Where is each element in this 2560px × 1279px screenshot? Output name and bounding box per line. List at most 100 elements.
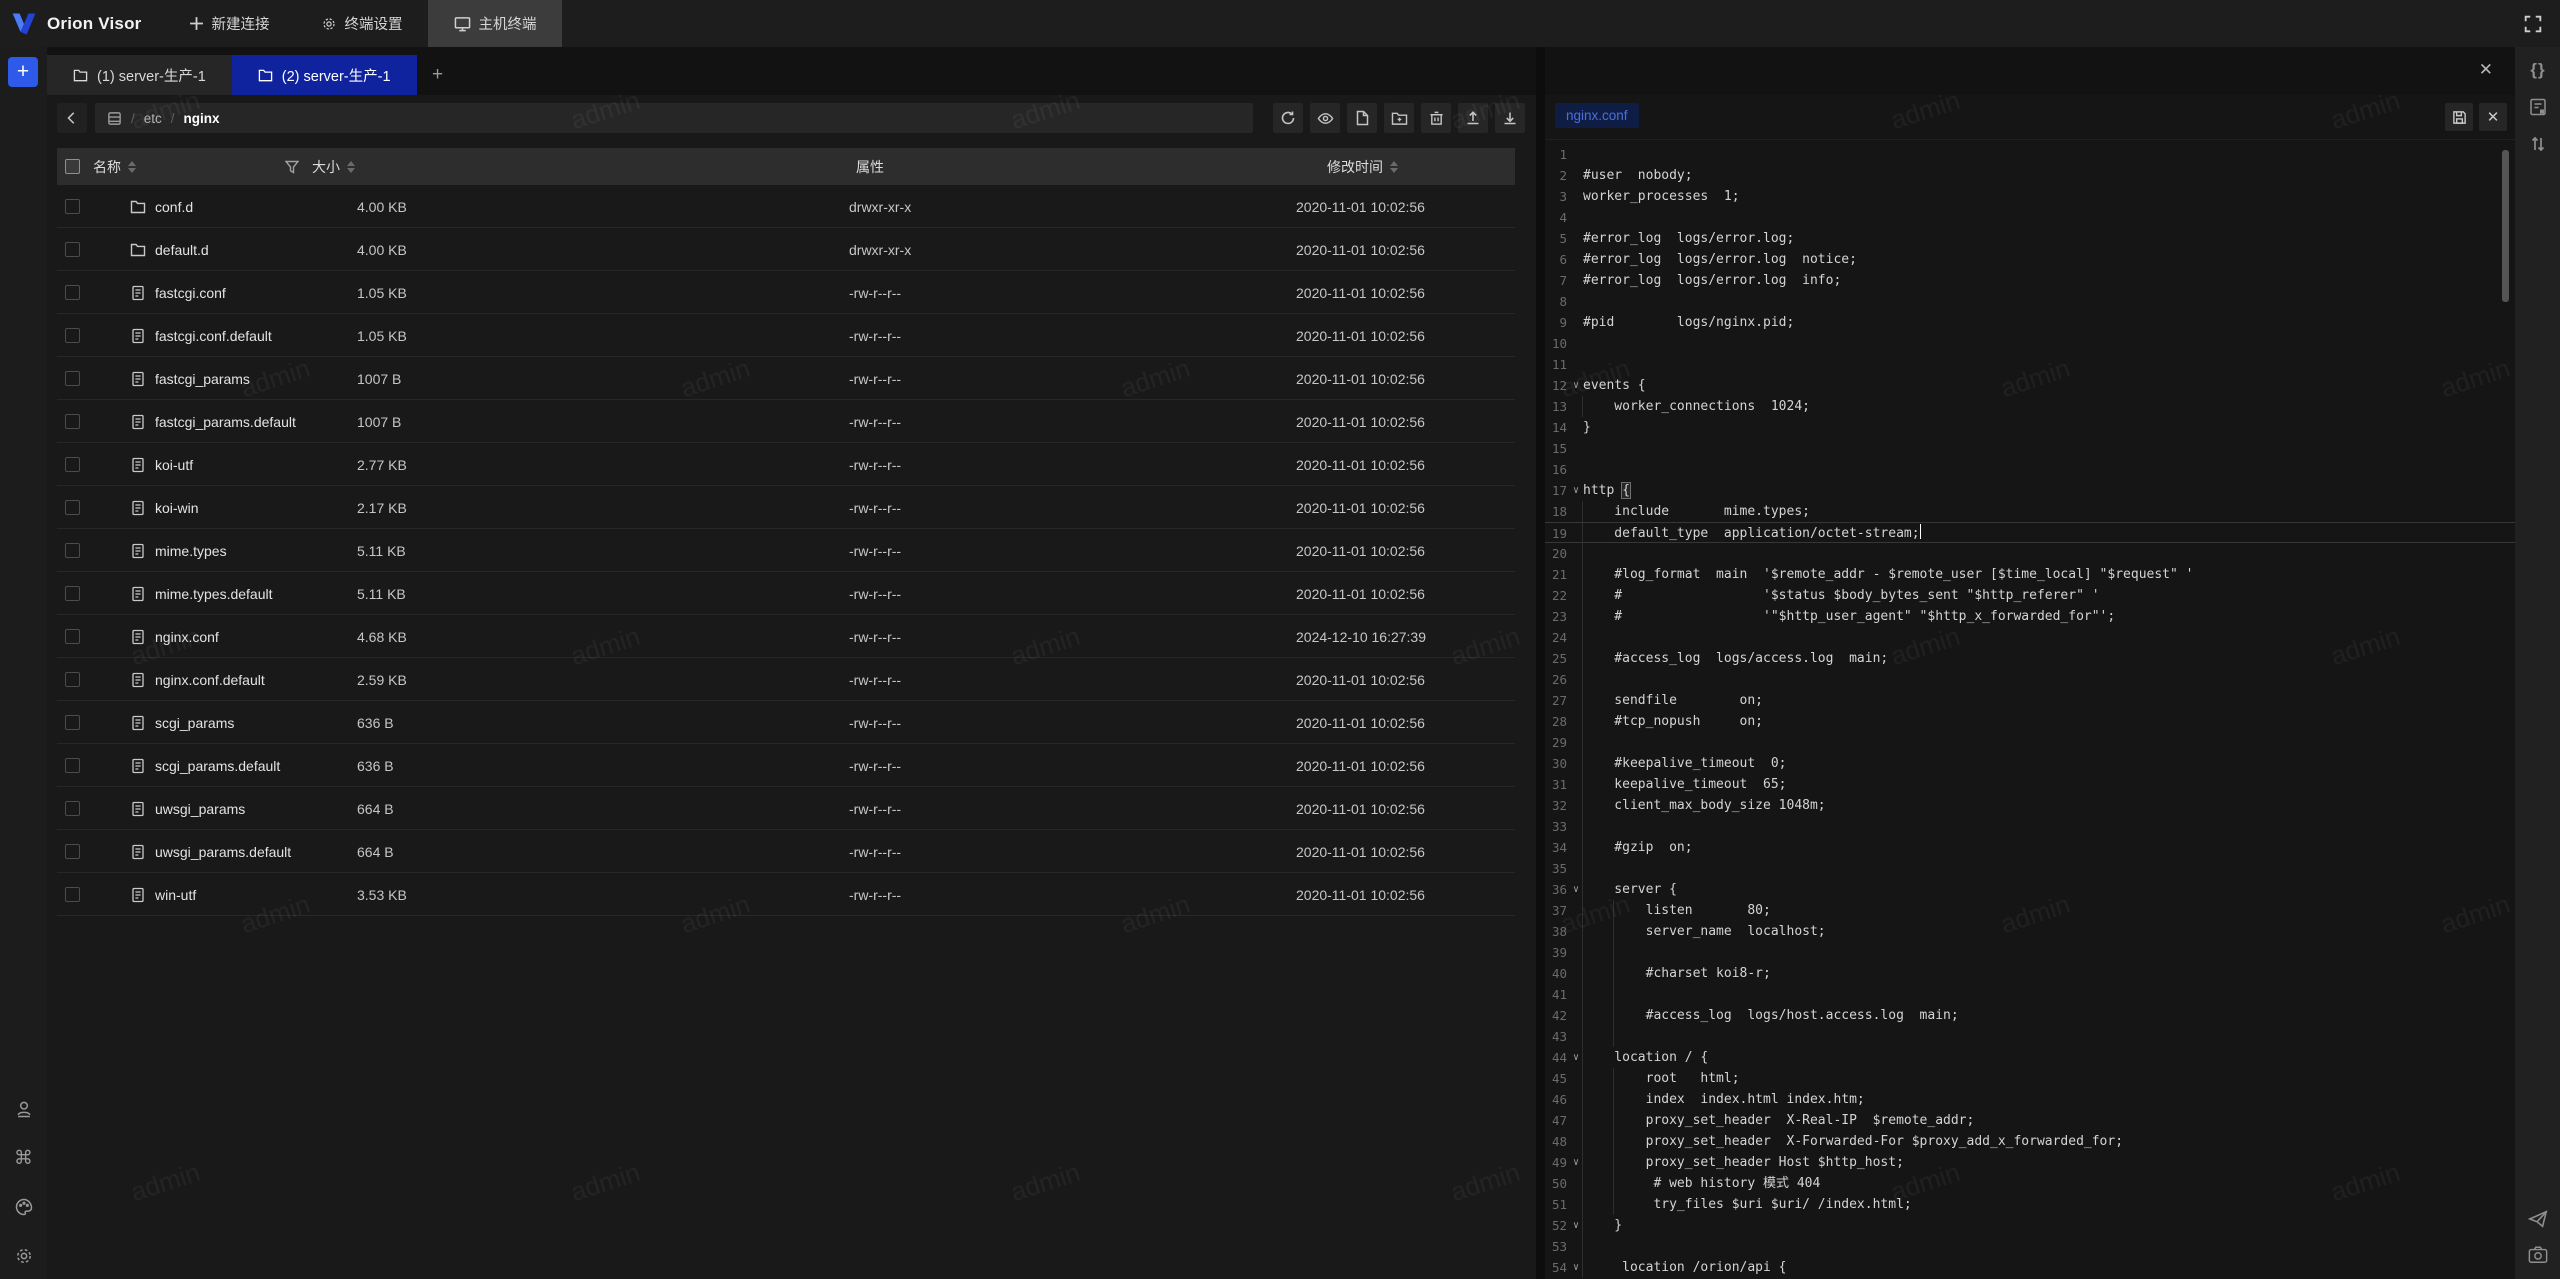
code-line[interactable]: 43	[1545, 1026, 2515, 1047]
new-tab-button[interactable]: +	[417, 55, 459, 95]
file-name[interactable]: default.d	[130, 228, 209, 271]
code-line[interactable]: 31 keepalive_timeout 65;	[1545, 774, 2515, 795]
row-checkbox[interactable]	[65, 830, 80, 873]
file-name[interactable]: scgi_params	[130, 701, 234, 744]
refresh-icon[interactable]	[1273, 103, 1303, 133]
code-line[interactable]: 7#error_log logs/error.log info;	[1545, 270, 2515, 291]
code-line[interactable]: 51 try_files $uri $uri/ /index.html;	[1545, 1194, 2515, 1215]
code-line[interactable]: 22 # '$status $body_bytes_sent "$http_re…	[1545, 585, 2515, 606]
eye-icon[interactable]	[1310, 103, 1340, 133]
file-name[interactable]: fastcgi.conf	[130, 271, 226, 314]
code-line[interactable]: 4	[1545, 207, 2515, 228]
code-line[interactable]: 30 #keepalive_timeout 0;	[1545, 753, 2515, 774]
fold-chevron-icon[interactable]: ∨	[1569, 879, 1583, 900]
file-name[interactable]: win-utf	[130, 873, 196, 916]
code-line[interactable]: 9#pid logs/nginx.pid;	[1545, 312, 2515, 333]
fold-chevron-icon[interactable]: ∨	[1569, 1152, 1583, 1173]
table-row[interactable]: nginx.conf.default2.59 KB-rw-r--r--2020-…	[57, 658, 1515, 701]
table-row[interactable]: default.d4.00 KBdrwxr-xr-x2020-11-01 10:…	[57, 228, 1515, 271]
add-connection-button[interactable]: +	[8, 57, 38, 87]
close-panel-icon[interactable]: ✕	[2479, 61, 2493, 78]
menu-item-new-connection[interactable]: 新建连接	[163, 0, 295, 47]
file-name[interactable]: mime.types.default	[130, 572, 273, 615]
code-line[interactable]: 34 #gzip on;	[1545, 837, 2515, 858]
code-line[interactable]: 11	[1545, 354, 2515, 375]
palette-icon[interactable]	[13, 1196, 35, 1218]
code-line[interactable]: 41	[1545, 984, 2515, 1005]
select-all-checkbox[interactable]	[65, 148, 80, 185]
file-name[interactable]: koi-utf	[130, 443, 193, 486]
table-row[interactable]: uwsgi_params664 B-rw-r--r--2020-11-01 10…	[57, 787, 1515, 830]
code-line[interactable]: 17∨http {	[1545, 480, 2515, 501]
terminal-tab-1[interactable]: (1) server-生产-1	[47, 55, 232, 95]
row-checkbox[interactable]	[65, 314, 80, 357]
code-line[interactable]: 36∨ server {	[1545, 879, 2515, 900]
code-line[interactable]: 18 include mime.types;	[1545, 501, 2515, 522]
column-name[interactable]: 名称	[93, 148, 136, 185]
code-line[interactable]: 54∨ location /orion/api {	[1545, 1257, 2515, 1278]
table-row[interactable]: fastcgi_params1007 B-rw-r--r--2020-11-01…	[57, 357, 1515, 400]
row-checkbox[interactable]	[65, 486, 80, 529]
row-checkbox[interactable]	[65, 701, 80, 744]
terminal-tab-2[interactable]: (2) server-生产-1	[232, 55, 417, 95]
code-line[interactable]: 52∨ }	[1545, 1215, 2515, 1236]
code-line[interactable]: 27 sendfile on;	[1545, 690, 2515, 711]
code-line[interactable]: 3worker_processes 1;	[1545, 186, 2515, 207]
row-checkbox[interactable]	[65, 787, 80, 830]
code-line[interactable]: 42 #access_log logs/host.access.log main…	[1545, 1005, 2515, 1026]
download-icon[interactable]	[1495, 103, 1525, 133]
open-file-tag[interactable]: nginx.conf	[1555, 103, 1639, 128]
doc-bookmark-icon[interactable]	[2526, 95, 2550, 119]
menu-item-terminal-settings[interactable]: 终端设置	[295, 0, 428, 47]
code-line[interactable]: 32 client_max_body_size 1048m;	[1545, 795, 2515, 816]
row-checkbox[interactable]	[65, 744, 80, 787]
row-checkbox[interactable]	[65, 271, 80, 314]
code-line[interactable]: 10	[1545, 333, 2515, 354]
row-checkbox[interactable]	[65, 529, 80, 572]
file-name[interactable]: fastcgi_params.default	[130, 400, 296, 443]
table-row[interactable]: win-utf3.53 KB-rw-r--r--2020-11-01 10:02…	[57, 873, 1515, 916]
sort-carets[interactable]	[347, 161, 355, 173]
code-line[interactable]: 33	[1545, 816, 2515, 837]
code-line[interactable]: 29	[1545, 732, 2515, 753]
breadcrumb-segment[interactable]: nginx	[184, 111, 220, 126]
code-line[interactable]: 53	[1545, 1236, 2515, 1257]
back-button[interactable]	[57, 103, 87, 133]
close-file-icon[interactable]: ✕	[2479, 103, 2507, 131]
file-name[interactable]: koi-win	[130, 486, 199, 529]
filter-icon[interactable]	[285, 148, 299, 185]
row-checkbox[interactable]	[65, 400, 80, 443]
code-line[interactable]: 37 listen 80;	[1545, 900, 2515, 921]
table-row[interactable]: koi-win2.17 KB-rw-r--r--2020-11-01 10:02…	[57, 486, 1515, 529]
command-icon[interactable]: ⌘	[13, 1147, 35, 1169]
sort-carets[interactable]	[1390, 161, 1398, 173]
code-line[interactable]: 1	[1545, 144, 2515, 165]
file-name[interactable]: mime.types	[130, 529, 227, 572]
row-checkbox[interactable]	[65, 185, 80, 228]
save-icon[interactable]	[2445, 103, 2473, 131]
code-line[interactable]: 40 #charset koi8-r;	[1545, 963, 2515, 984]
file-name[interactable]: uwsgi_params	[130, 787, 245, 830]
file-name[interactable]: fastcgi.conf.default	[130, 314, 272, 357]
fullscreen-icon[interactable]	[2520, 11, 2546, 37]
swap-vertical-icon[interactable]	[2526, 132, 2550, 156]
code-line[interactable]: 13 worker_connections 1024;	[1545, 396, 2515, 417]
path-breadcrumb[interactable]: /etc/nginx	[95, 103, 1253, 133]
code-line[interactable]: 12∨events {	[1545, 375, 2515, 396]
file-name[interactable]: nginx.conf	[130, 615, 219, 658]
fold-chevron-icon[interactable]: ∨	[1569, 375, 1583, 396]
code-line[interactable]: 28 #tcp_nopush on;	[1545, 711, 2515, 732]
new-file-icon[interactable]	[1347, 103, 1377, 133]
table-row[interactable]: mime.types.default5.11 KB-rw-r--r--2020-…	[57, 572, 1515, 615]
table-row[interactable]: conf.d4.00 KBdrwxr-xr-x2020-11-01 10:02:…	[57, 185, 1515, 228]
code-line[interactable]: 6#error_log logs/error.log notice;	[1545, 249, 2515, 270]
code-line[interactable]: 16	[1545, 459, 2515, 480]
code-line[interactable]: 20	[1545, 543, 2515, 564]
code-line[interactable]: 47 proxy_set_header X-Real-IP $remote_ad…	[1545, 1110, 2515, 1131]
row-checkbox[interactable]	[65, 572, 80, 615]
code-line[interactable]: 46 index index.html index.htm;	[1545, 1089, 2515, 1110]
code-line[interactable]: 23 # '"$http_user_agent" "$http_x_forwar…	[1545, 606, 2515, 627]
code-line[interactable]: 35	[1545, 858, 2515, 879]
table-row[interactable]: nginx.conf4.68 KB-rw-r--r--2024-12-10 16…	[57, 615, 1515, 658]
user-icon[interactable]	[13, 1098, 35, 1120]
